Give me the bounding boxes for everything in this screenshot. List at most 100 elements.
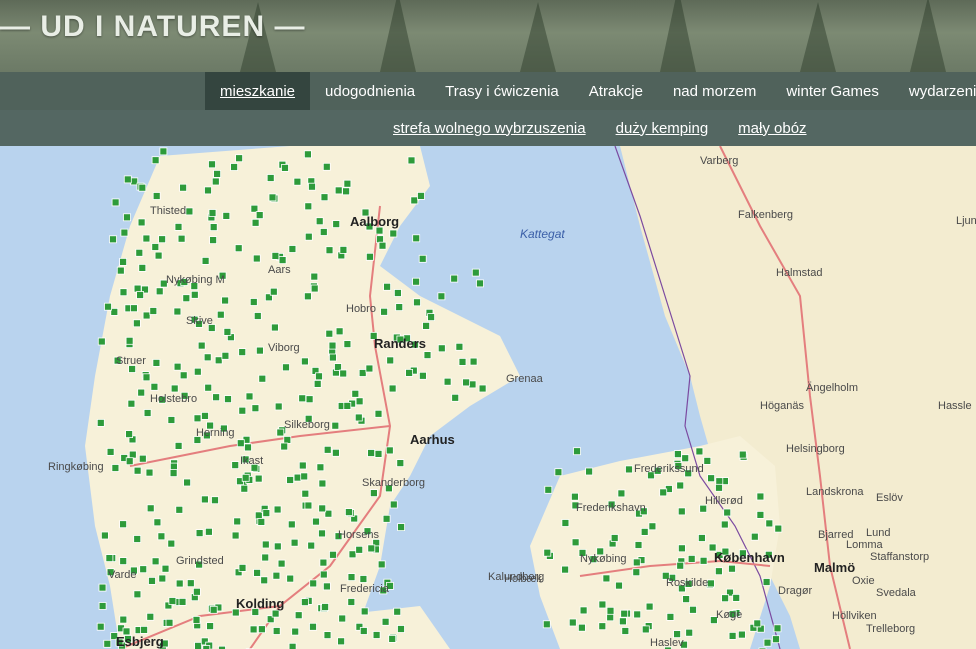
campsite-marker-icon[interactable] <box>151 156 160 165</box>
campsite-marker-icon[interactable] <box>367 544 376 553</box>
campsite-marker-icon[interactable] <box>308 182 316 191</box>
campsite-marker-icon[interactable] <box>410 196 419 205</box>
campsite-marker-icon[interactable] <box>561 519 570 527</box>
campsite-marker-icon[interactable] <box>451 393 460 402</box>
campsite-marker-icon[interactable] <box>319 228 328 236</box>
campsite-marker-icon[interactable] <box>186 579 195 588</box>
campsite-marker-icon[interactable] <box>194 641 203 649</box>
campsite-marker-icon[interactable] <box>150 382 159 391</box>
campsite-marker-icon[interactable] <box>632 568 641 577</box>
campsite-marker-icon[interactable] <box>455 342 464 351</box>
campsite-marker-icon[interactable] <box>282 363 290 372</box>
campsite-marker-icon[interactable] <box>169 469 178 478</box>
campsite-marker-icon[interactable] <box>192 587 201 596</box>
campsite-marker-icon[interactable] <box>715 477 724 486</box>
site-logo[interactable]: — UD I NATUREN — <box>0 10 305 44</box>
campsite-marker-icon[interactable] <box>478 384 487 393</box>
campsite-marker-icon[interactable] <box>659 488 668 497</box>
campsite-marker-icon[interactable] <box>153 518 162 527</box>
campsite-marker-icon[interactable] <box>318 504 327 513</box>
campsite-marker-icon[interactable] <box>119 288 128 297</box>
campsite-marker-icon[interactable] <box>388 384 397 393</box>
campsite-marker-icon[interactable] <box>343 401 352 410</box>
campsite-marker-icon[interactable] <box>159 147 168 156</box>
campsite-marker-icon[interactable] <box>343 340 352 349</box>
campsite-marker-icon[interactable] <box>763 638 772 647</box>
campsite-marker-icon[interactable] <box>201 257 210 265</box>
campsite-marker-icon[interactable] <box>274 402 283 411</box>
campsite-marker-icon[interactable] <box>685 628 694 637</box>
campsite-marker-icon[interactable] <box>397 523 406 532</box>
campsite-marker-icon[interactable] <box>128 450 137 459</box>
campsite-marker-icon[interactable] <box>382 514 391 523</box>
campsite-marker-icon[interactable] <box>666 612 675 621</box>
campsite-marker-icon[interactable] <box>254 474 263 483</box>
campsite-marker-icon[interactable] <box>149 307 158 315</box>
campsite-marker-icon[interactable] <box>372 631 381 639</box>
campsite-marker-icon[interactable] <box>347 573 356 582</box>
campsite-marker-icon[interactable] <box>157 532 166 541</box>
campsite-marker-icon[interactable] <box>287 520 296 529</box>
campsite-marker-icon[interactable] <box>339 246 348 254</box>
campsite-marker-icon[interactable] <box>328 353 337 362</box>
campsite-marker-icon[interactable] <box>389 229 398 238</box>
campsite-marker-icon[interactable] <box>236 439 245 448</box>
campsite-marker-icon[interactable] <box>578 623 586 632</box>
campsite-marker-icon[interactable] <box>278 256 287 264</box>
campsite-marker-icon[interactable] <box>320 193 329 202</box>
campsite-marker-icon[interactable] <box>315 217 324 226</box>
campsite-marker-icon[interactable] <box>305 395 314 404</box>
campsite-marker-icon[interactable] <box>251 218 260 227</box>
campsite-marker-icon[interactable] <box>123 213 131 222</box>
campsite-marker-icon[interactable] <box>319 558 328 567</box>
campsite-marker-icon[interactable] <box>309 579 318 588</box>
nav-item[interactable]: Trasy i ćwiczenia <box>430 72 574 110</box>
campsite-marker-icon[interactable] <box>158 574 167 583</box>
campsite-marker-icon[interactable] <box>273 505 282 514</box>
campsite-marker-icon[interactable] <box>687 554 696 563</box>
campsite-marker-icon[interactable] <box>240 484 249 493</box>
campsite-marker-icon[interactable] <box>619 617 627 626</box>
campsite-marker-icon[interactable] <box>104 302 112 311</box>
campsite-marker-icon[interactable] <box>543 548 552 557</box>
campsite-marker-icon[interactable] <box>174 441 183 450</box>
campsite-marker-icon[interactable] <box>261 540 270 549</box>
campsite-marker-icon[interactable] <box>633 610 642 619</box>
campsite-marker-icon[interactable] <box>374 409 383 418</box>
campsite-marker-icon[interactable] <box>571 538 580 547</box>
campsite-marker-icon[interactable] <box>383 282 392 291</box>
campsite-marker-icon[interactable] <box>142 373 151 382</box>
campsite-marker-icon[interactable] <box>309 622 317 631</box>
campsite-marker-icon[interactable] <box>579 606 588 615</box>
campsite-marker-icon[interactable] <box>610 534 619 542</box>
campsite-marker-icon[interactable] <box>573 447 581 456</box>
nav-item[interactable]: udogodnienia <box>310 72 430 110</box>
campsite-marker-icon[interactable] <box>133 466 142 475</box>
campsite-marker-icon[interactable] <box>304 501 313 510</box>
campsite-marker-icon[interactable] <box>145 468 154 477</box>
campsite-marker-icon[interactable] <box>119 615 128 624</box>
campsite-marker-icon[interactable] <box>396 459 405 468</box>
campsite-marker-icon[interactable] <box>216 310 225 319</box>
campsite-marker-icon[interactable] <box>617 489 626 498</box>
campsite-marker-icon[interactable] <box>154 251 163 260</box>
campsite-marker-icon[interactable] <box>169 462 178 471</box>
campsite-marker-icon[interactable] <box>193 367 202 376</box>
campsite-marker-icon[interactable] <box>168 597 177 605</box>
campsite-marker-icon[interactable] <box>335 327 344 336</box>
campsite-marker-icon[interactable] <box>300 357 309 366</box>
campsite-marker-icon[interactable] <box>223 327 232 336</box>
campsite-marker-icon[interactable] <box>143 409 152 417</box>
campsite-marker-icon[interactable] <box>119 557 128 566</box>
campsite-marker-icon[interactable] <box>286 476 295 484</box>
campsite-marker-icon[interactable] <box>281 163 289 172</box>
campsite-marker-icon[interactable] <box>146 612 155 621</box>
campsite-marker-icon[interactable] <box>765 519 774 528</box>
campsite-marker-icon[interactable] <box>405 368 414 377</box>
campsite-marker-icon[interactable] <box>322 582 331 591</box>
campsite-marker-icon[interactable] <box>105 554 114 563</box>
campsite-marker-icon[interactable] <box>689 605 697 614</box>
campsite-marker-icon[interactable] <box>202 645 211 649</box>
campsite-marker-icon[interactable] <box>413 298 421 307</box>
campsite-marker-icon[interactable] <box>699 556 708 565</box>
